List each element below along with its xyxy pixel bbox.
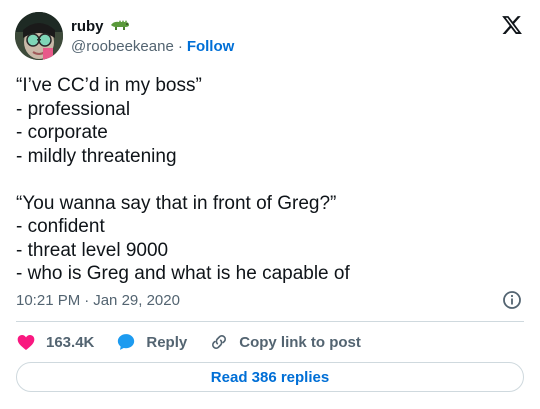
handle-separator: · [177,38,183,55]
reply-button[interactable]: Reply [116,332,187,352]
info-icon[interactable] [502,290,522,310]
read-replies-button[interactable]: Read 386 replies [16,362,524,392]
display-name[interactable]: ruby [71,18,104,35]
user-info: ruby @roobeekeane · Follow [71,16,234,56]
actions-bar: 163.4K Reply Copy link to post [16,330,383,354]
tweet-card: ruby @roobeekeane · Follow “I’ve CC’d in… [0,0,540,409]
speech-bubble-icon [116,332,136,352]
user-handle[interactable]: @roobeekeane [71,38,174,55]
tweet-line: - corporate [16,122,108,143]
tweet-line: “I’ve CC’d in my boss” [16,75,202,96]
timestamp-row: 10:21 PM · Jan 29, 2020 [16,290,522,310]
tweet-line: - mildly threatening [16,145,177,167]
crocodile-emoji-icon [110,17,130,36]
timestamp-separator: · [84,291,90,309]
tweet-line: - professional [16,98,131,120]
x-logo-icon[interactable] [501,14,523,36]
copy-link-label: Copy link to post [239,333,361,351]
tweet-time[interactable]: 10:21 PM [16,292,80,309]
handle-row: @roobeekeane · Follow [71,38,234,55]
display-name-row: ruby [71,16,234,36]
likes-count: 163.4K [46,333,95,351]
tweet-line: - threat level 9000 [16,239,169,261]
divider [16,321,524,322]
tweet-header: ruby @roobeekeane · Follow [15,12,525,60]
follow-button[interactable]: Follow [187,38,235,55]
tweet-line: “You wanna say that in front of Greg?” [16,192,337,214]
link-icon [209,332,229,352]
copy-link-button[interactable]: Copy link to post [209,332,361,352]
avatar[interactable] [15,12,63,60]
tweet-line: - confident [16,216,105,237]
like-button[interactable]: 163.4K [16,332,94,352]
reply-label: Reply [146,333,188,351]
tweet-line: - who is Greg and what is he capable of [16,263,350,284]
tweet-date[interactable]: Jan 29, 2020 [93,292,180,309]
tweet-text: “I’ve CC’d in my boss” - professional - … [16,74,524,286]
heart-icon [16,332,36,352]
